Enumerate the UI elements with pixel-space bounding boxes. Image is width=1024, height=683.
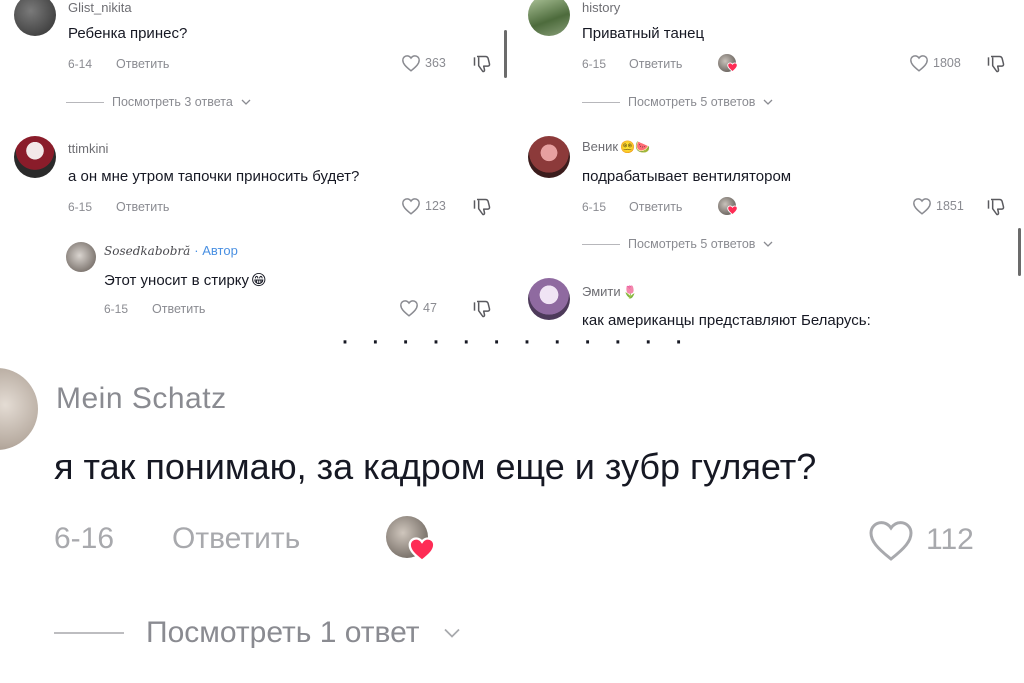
scrollbar[interactable] bbox=[504, 30, 507, 78]
comment-date: 6-16 bbox=[54, 522, 115, 555]
comment-text-row: Этот уносит в стирку 😁 bbox=[104, 271, 267, 290]
comment-date: 6-15 bbox=[582, 57, 607, 71]
reply-sosedkabobra: Sosedkabobră · Автор Этот уносит в стирк… bbox=[0, 236, 512, 326]
comment-username[interactable]: ttimkini bbox=[68, 141, 108, 156]
view-replies-label: Посмотреть 3 ответа bbox=[112, 95, 233, 109]
view-replies-button[interactable]: Посмотреть 5 ответов bbox=[582, 95, 773, 109]
divider-line bbox=[66, 101, 104, 103]
reply-button[interactable]: Ответить bbox=[629, 57, 682, 71]
comment-username[interactable]: Эмити bbox=[582, 284, 621, 299]
like-button[interactable]: 47 bbox=[399, 299, 437, 317]
divider-line bbox=[582, 243, 620, 245]
comment-glist-nikita: Glist_nikita Ребенка принес? 6-14 Ответи… bbox=[0, 0, 512, 120]
dislike-icon[interactable] bbox=[472, 299, 492, 319]
comment-date: 6-14 bbox=[68, 57, 93, 71]
creator-liked-badge bbox=[718, 54, 738, 74]
comment-username[interactable]: Веник bbox=[582, 139, 618, 154]
avatar[interactable] bbox=[528, 278, 570, 320]
chevron-down-icon bbox=[443, 628, 460, 638]
like-count: 1851 bbox=[936, 199, 964, 213]
heart-badge-icon bbox=[727, 62, 738, 72]
view-replies-button[interactable]: Посмотреть 3 ответа bbox=[66, 95, 251, 109]
chevron-down-icon bbox=[241, 99, 251, 105]
dislike-icon[interactable] bbox=[472, 197, 492, 217]
comment-text: а он мне утром тапочки приносить будет? bbox=[68, 168, 360, 185]
clipped-text-fragment: · · · · · · · · · · · · bbox=[340, 338, 700, 346]
like-count: 123 bbox=[425, 199, 446, 213]
view-replies-label: Посмотреть 1 ответ bbox=[146, 616, 420, 649]
avatar[interactable] bbox=[0, 368, 38, 450]
comment-text: Приватный танец bbox=[582, 25, 705, 42]
heart-badge-icon bbox=[727, 205, 738, 215]
comment-text: я так понимаю, за кадром еще и зубр гуля… bbox=[54, 446, 817, 487]
avatar[interactable] bbox=[528, 0, 570, 36]
reply-button[interactable]: Ответить bbox=[116, 57, 169, 71]
comment-text: Ребенка принес? bbox=[68, 25, 188, 42]
like-count: 47 bbox=[423, 301, 437, 315]
comment-date: 6-15 bbox=[104, 302, 129, 316]
comment-emiti: Эмити 🌷 как американцы представляют Бела… bbox=[512, 272, 1024, 340]
like-button[interactable]: 123 bbox=[401, 197, 446, 215]
comment-text: Этот уносит в стирку bbox=[104, 271, 250, 289]
comment-username-row: Эмити 🌷 bbox=[582, 284, 638, 299]
heart-icon bbox=[402, 198, 420, 215]
like-button[interactable]: 363 bbox=[401, 54, 446, 72]
scrollbar[interactable] bbox=[1018, 228, 1021, 276]
reply-button[interactable]: Ответить bbox=[172, 522, 300, 556]
chevron-down-icon bbox=[763, 99, 773, 105]
like-button[interactable]: 1851 bbox=[912, 197, 964, 215]
creator-liked-badge bbox=[386, 516, 440, 566]
reply-button[interactable]: Ответить bbox=[629, 200, 682, 214]
avatar[interactable] bbox=[14, 0, 56, 36]
reply-button[interactable]: Ответить bbox=[116, 200, 169, 214]
username-emoji: 😵‍💫🍉 bbox=[620, 139, 650, 154]
view-replies-label: Посмотреть 5 ответов bbox=[628, 237, 756, 251]
comment-venik: Веник 😵‍💫🍉 подрабатывает вентилятором 6-… bbox=[512, 130, 1024, 260]
heart-icon bbox=[913, 198, 931, 215]
heart-icon bbox=[910, 55, 928, 72]
heart-icon bbox=[402, 55, 420, 72]
heart-icon bbox=[400, 300, 418, 317]
comment-text: как американцы представляют Беларусь: bbox=[582, 312, 871, 329]
avatar[interactable] bbox=[528, 136, 570, 178]
like-button[interactable]: 112 bbox=[866, 518, 974, 562]
reply-button[interactable]: Ответить bbox=[152, 302, 205, 316]
grin-emoji: 😁 bbox=[251, 272, 267, 289]
like-count: 363 bbox=[425, 56, 446, 70]
view-replies-button[interactable]: Посмотреть 1 ответ bbox=[54, 616, 462, 650]
comment-text: подрабатывает вентилятором bbox=[582, 168, 792, 185]
avatar[interactable] bbox=[14, 136, 56, 178]
dislike-icon[interactable] bbox=[986, 197, 1006, 217]
author-badge: · Автор bbox=[194, 243, 238, 258]
creator-liked-badge bbox=[718, 197, 738, 217]
comment-ttimkini: ttimkini а он мне утром тапочки приносит… bbox=[0, 130, 512, 230]
comment-history: history Приватный танец 6-15 Ответить 18… bbox=[512, 0, 1024, 120]
heart-badge-icon bbox=[408, 537, 436, 562]
like-count: 1808 bbox=[933, 56, 961, 70]
comment-date: 6-15 bbox=[582, 200, 607, 214]
view-replies-button[interactable]: Посмотреть 5 ответов bbox=[582, 237, 773, 251]
heart-icon bbox=[869, 521, 913, 561]
view-replies-label: Посмотреть 5 ответов bbox=[628, 95, 756, 109]
dislike-icon[interactable] bbox=[472, 54, 492, 74]
avatar[interactable] bbox=[66, 242, 96, 272]
like-button[interactable]: 1808 bbox=[909, 54, 961, 72]
comment-username[interactable]: Sosedkabobră bbox=[104, 244, 190, 258]
divider-line bbox=[54, 632, 124, 634]
chevron-down-icon bbox=[763, 241, 773, 247]
reply-username-row: Sosedkabobră · Автор bbox=[104, 243, 238, 258]
comment-date: 6-15 bbox=[68, 200, 93, 214]
comment-username[interactable]: history bbox=[582, 0, 620, 15]
tulip-emoji: 🌷 bbox=[622, 284, 638, 299]
dislike-icon[interactable] bbox=[986, 54, 1006, 74]
zoomed-comment-mein-schatz: Mein Schatz я так понимаю, за кадром еще… bbox=[0, 346, 1024, 683]
like-count: 112 bbox=[926, 523, 974, 556]
comment-username-row: Веник 😵‍💫🍉 bbox=[582, 139, 650, 154]
comments-panel-left: Glist_nikita Ребенка принес? 6-14 Ответи… bbox=[0, 0, 512, 340]
comment-username[interactable]: Glist_nikita bbox=[68, 0, 132, 15]
comment-username[interactable]: Mein Schatz bbox=[56, 382, 227, 416]
comments-panel-right: history Приватный танец 6-15 Ответить 18… bbox=[512, 0, 1024, 340]
divider-line bbox=[582, 101, 620, 103]
